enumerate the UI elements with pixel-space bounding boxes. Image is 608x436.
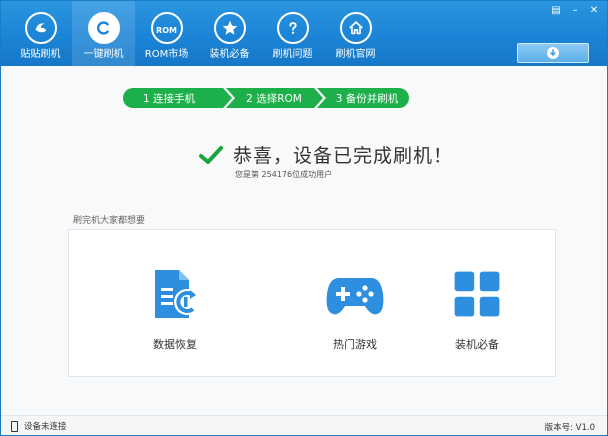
app-window: 贴贴刷机 一键刷机 ROM ROM市场 装机必备 刷机问题 刷机官网 ▤ – ✕… — [1, 1, 607, 435]
step-backup-and-flash: 3 备份并刷机 — [317, 88, 409, 108]
nav-item-one-click-flash[interactable]: 一键刷机 — [72, 1, 135, 66]
step-connect-phone: 1 连接手机 — [123, 88, 232, 108]
status-bar: 设备未连接 版本号: V1.0 — [1, 415, 607, 435]
recommend-item-data-recovery[interactable]: 数据恢复 — [115, 230, 235, 378]
nav-item-flash-questions[interactable]: 刷机问题 — [261, 1, 324, 66]
c-logo-icon — [87, 12, 120, 44]
flash-steps: 1 连接手机 2 选择ROM 3 备份并刷机 — [123, 88, 412, 108]
connection-status: 设备未连接 — [11, 420, 67, 432]
connection-status-text: 设备未连接 — [24, 422, 67, 432]
rom-icon-text: ROM — [156, 25, 177, 35]
nav-item-tietie-flash[interactable]: 贴贴刷机 — [9, 1, 72, 66]
nav-label: 贴贴刷机 — [20, 49, 61, 60]
question-icon — [276, 12, 309, 44]
skin-menu-button[interactable]: ▤ — [551, 6, 561, 16]
nav-item-rom-market[interactable]: ROM ROM市场 — [135, 1, 198, 66]
recommend-item-hot-games[interactable]: 热门游戏 — [295, 230, 415, 378]
phone-icon — [11, 420, 18, 432]
step-label: 3 备份并刷机 — [335, 92, 399, 105]
recommend-heading: 刷完机大家都想要 — [73, 216, 146, 226]
rom-bag-icon: ROM — [150, 12, 183, 44]
step-arrow — [223, 88, 232, 108]
nav-item-essential-apps[interactable]: 装机必备 — [198, 1, 261, 66]
star-icon — [213, 12, 246, 44]
close-button[interactable]: ✕ — [589, 6, 599, 16]
step-label: 1 连接手机 — [142, 92, 196, 105]
success-user-count: 您是第 254176位成功用户 — [235, 170, 333, 179]
success-message: 恭喜，设备已完成刷机！ — [199, 141, 453, 168]
nav-item-official-site[interactable]: 刷机官网 — [324, 1, 387, 66]
recommend-label: 装机必备 — [455, 338, 499, 351]
download-button[interactable] — [517, 43, 589, 63]
gamepad-icon — [325, 264, 385, 324]
recommend-item-essential-apps[interactable]: 装机必备 — [417, 230, 537, 378]
minimize-button[interactable]: – — [570, 6, 580, 16]
home-icon — [339, 12, 372, 44]
nav-label: ROM市场 — [144, 49, 189, 60]
data-recovery-icon — [145, 264, 205, 324]
apps-grid-icon — [447, 264, 507, 324]
checkmark-icon — [199, 145, 223, 164]
main-nav: 贴贴刷机 一键刷机 ROM ROM市场 装机必备 刷机问题 刷机官网 — [9, 1, 387, 66]
nav-label: 一键刷机 — [83, 49, 124, 60]
window-controls: ▤ – ✕ — [551, 6, 599, 16]
nav-label: 刷机官网 — [335, 49, 376, 60]
nav-label: 装机必备 — [209, 49, 250, 60]
version-label: 版本号: V1.0 — [544, 423, 595, 433]
nav-label: 刷机问题 — [272, 49, 313, 60]
top-navigation-bar: 贴贴刷机 一键刷机 ROM ROM市场 装机必备 刷机问题 刷机官网 ▤ – ✕ — [1, 1, 607, 66]
download-arrow-icon — [547, 47, 559, 59]
recommend-panel: 数据恢复 热门游戏 装机必备 — [68, 229, 556, 377]
swirl-logo-icon — [24, 12, 57, 44]
step-select-rom: 2 选择ROM — [226, 88, 323, 108]
recommend-label: 热门游戏 — [333, 338, 377, 351]
step-label: 2 选择ROM — [246, 92, 302, 105]
recommend-label: 数据恢复 — [153, 338, 197, 351]
step-arrow — [314, 88, 323, 108]
success-title: 恭喜，设备已完成刷机！ — [233, 145, 454, 167]
